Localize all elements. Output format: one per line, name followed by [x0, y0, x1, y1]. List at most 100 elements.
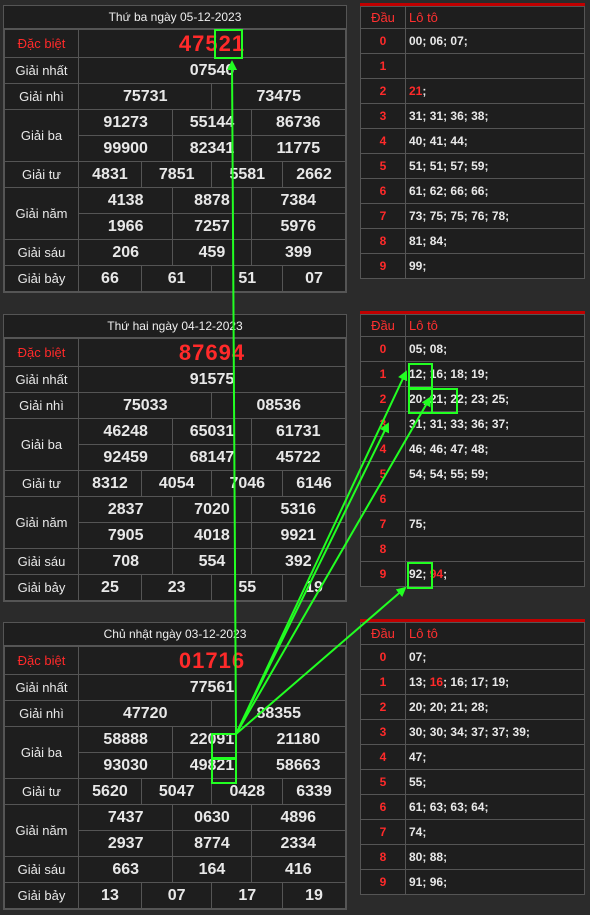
loto-number: 21 — [409, 84, 423, 98]
prize-number: 206 — [77, 239, 174, 266]
loto-number: 30 — [409, 725, 423, 739]
loto-number: 76 — [471, 209, 485, 223]
prize-number: 99900 — [77, 135, 174, 162]
loto-number: 54 — [429, 467, 444, 481]
prize-number: 5581 — [211, 161, 284, 188]
prize-number: 61731 — [250, 418, 347, 445]
loto-number: 46 — [429, 442, 444, 456]
results-date-title: Thứ hai ngày 04-12-2023 — [4, 315, 346, 338]
prize-number: 22091 — [172, 726, 252, 753]
prize-label: Đặc biệt — [4, 338, 79, 367]
loto-number: 28 — [471, 700, 485, 714]
loto-values: 20; 21; 22; 23; 25; — [405, 386, 585, 412]
prize-number: 07540 — [78, 57, 346, 84]
loto-dau: 4 — [360, 128, 406, 154]
prize-number: 21180 — [250, 726, 347, 753]
prize-label: Giải tư — [4, 470, 79, 497]
prize-number: 459 — [172, 239, 252, 266]
prize-number: 6339 — [282, 778, 346, 805]
loto-dau: 8 — [360, 536, 406, 562]
prize-label: Giải ba — [4, 418, 79, 471]
prize-number: 0428 — [211, 778, 284, 805]
loto-header-dau: Đầu — [360, 314, 406, 337]
prize-number: 55144 — [172, 109, 252, 136]
loto-number: 73 — [409, 209, 423, 223]
loto-number: 88 — [429, 850, 444, 864]
prize-number: 91273 — [77, 109, 174, 136]
prize-number: 7020 — [172, 496, 252, 523]
loto-number: 31 — [429, 109, 444, 123]
prize-number: 65031 — [172, 418, 252, 445]
loto-values: 51; 51; 57; 59; — [405, 153, 585, 179]
prize-number: 49821 — [172, 752, 252, 779]
loto-number: 75 — [429, 209, 444, 223]
loto-values: 20; 20; 21; 28; — [405, 694, 585, 720]
prize-number: 66 — [78, 265, 142, 292]
loto-number: 57 — [450, 159, 464, 173]
loto-number: 16 — [429, 367, 444, 381]
prize-number: 88355 — [211, 700, 346, 727]
loto-values: 99; — [405, 253, 585, 279]
special-prize-number: 87694 — [78, 338, 346, 367]
loto-table-0: Đầu Lô tô 0 00; 06; 07; 1 2 21; 3 31; 31; 36; … — [360, 3, 585, 279]
prize-number: 1966 — [77, 213, 174, 240]
prize-label: Giải sáu — [4, 239, 79, 266]
loto-values: 80; 88; — [405, 844, 585, 870]
loto-values: 46; 46; 47; 48; — [405, 436, 585, 462]
loto-number: 37 — [471, 725, 485, 739]
loto-table-1: Đầu Lô tô 0 05; 08; 1 12; 16; 18; 19; 2 20; 2… — [360, 311, 585, 587]
prize-number: 07 — [140, 882, 213, 909]
loto-number: 92 — [409, 567, 423, 581]
prize-number: 58888 — [77, 726, 174, 753]
prize-label: Đặc biệt — [4, 646, 79, 675]
prize-number: 399 — [250, 239, 347, 266]
loto-dau: 6 — [360, 794, 406, 820]
loto-number: 34 — [450, 725, 464, 739]
prize-label: Giải bảy — [4, 265, 79, 292]
loto-number: 84 — [429, 234, 444, 248]
loto-number: 22 — [450, 392, 464, 406]
loto-number: 36 — [471, 417, 485, 431]
prize-number: 75033 — [77, 392, 213, 419]
prize-label: Đặc biệt — [4, 29, 79, 58]
prize-number: 4896 — [250, 804, 347, 831]
loto-dau: 6 — [360, 178, 406, 204]
loto-number: 21 — [450, 700, 464, 714]
prize-number: 708 — [77, 548, 174, 575]
loto-values: 13; 16; 16; 17; 19; — [405, 669, 585, 695]
loto-number: 08 — [429, 342, 444, 356]
prize-label: Giải nhất — [4, 674, 79, 701]
loto-dau: 1 — [360, 53, 406, 79]
loto-number: 20 — [429, 700, 444, 714]
prize-label: Giải nhì — [4, 700, 79, 727]
loto-dau: 9 — [360, 869, 406, 895]
loto-number: 47 — [450, 442, 464, 456]
prize-number: 7046 — [211, 470, 284, 497]
loto-number: 47 — [409, 750, 423, 764]
prize-number: 58663 — [250, 752, 347, 779]
prize-number: 13 — [78, 882, 142, 909]
loto-dau: 9 — [360, 253, 406, 279]
prize-label: Giải nhì — [4, 392, 79, 419]
loto-number: 31 — [409, 417, 423, 431]
prize-number: 92459 — [77, 444, 174, 471]
prize-number: 392 — [250, 548, 347, 575]
loto-number: 94 — [429, 567, 444, 581]
prize-number: 8878 — [172, 187, 252, 214]
prize-number: 82341 — [172, 135, 252, 162]
prize-number: 2334 — [250, 830, 347, 857]
loto-dau: 7 — [360, 819, 406, 845]
loto-dau: 0 — [360, 644, 406, 670]
loto-number: 64 — [471, 800, 485, 814]
loto-dau: 8 — [360, 228, 406, 254]
prize-number: 2937 — [77, 830, 174, 857]
loto-number: 41 — [429, 134, 444, 148]
prize-number: 11775 — [250, 135, 347, 162]
loto-number: 91 — [409, 875, 423, 889]
prize-number: 68147 — [172, 444, 252, 471]
loto-dau: 5 — [360, 153, 406, 179]
loto-values: 74; — [405, 819, 585, 845]
prize-label: Giải ba — [4, 726, 79, 779]
loto-values: 31; 31; 33; 36; 37; — [405, 411, 585, 437]
loto-values: 47; — [405, 744, 585, 770]
